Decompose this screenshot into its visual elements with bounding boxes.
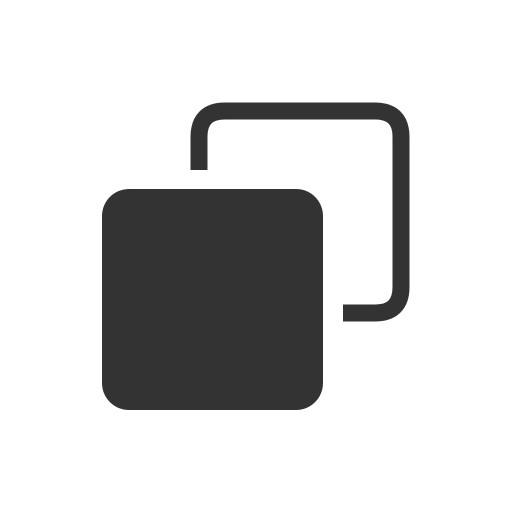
copy-icon <box>102 102 410 410</box>
icon-canvas <box>0 0 512 512</box>
front-square-filled <box>102 189 323 410</box>
